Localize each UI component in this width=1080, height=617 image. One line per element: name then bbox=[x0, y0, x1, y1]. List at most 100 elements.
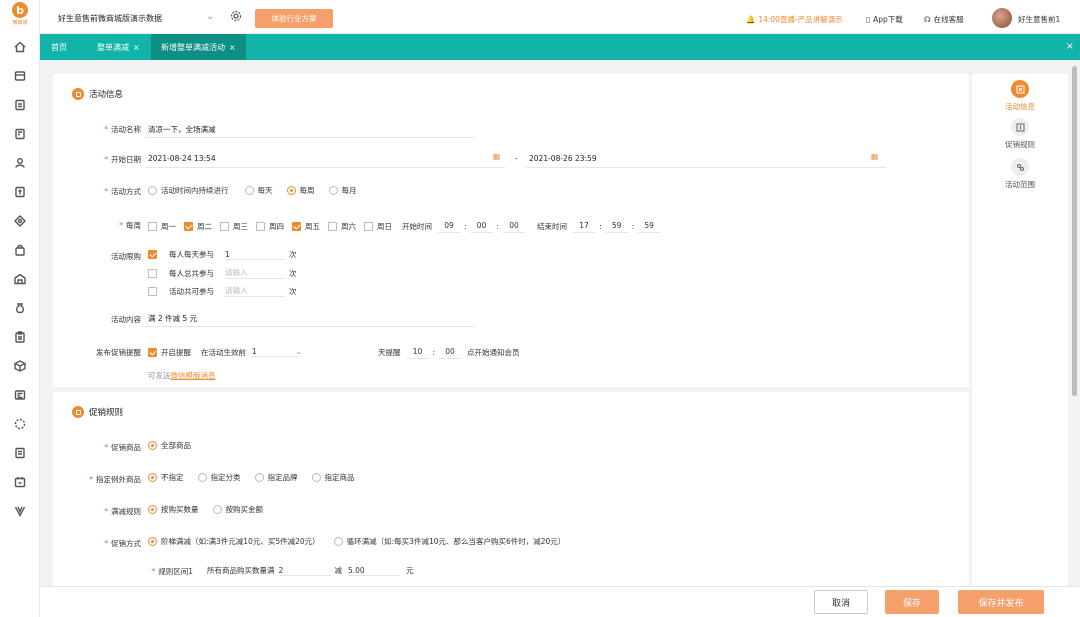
username[interactable]: 好生意售前1 bbox=[1018, 14, 1060, 25]
avatar[interactable] bbox=[992, 8, 1012, 28]
bag-icon[interactable] bbox=[12, 242, 28, 258]
rule-range-row: 所有商品购买数量满 2 减 5.00 元 bbox=[207, 565, 414, 576]
store-icon[interactable] bbox=[12, 68, 28, 84]
cancel-button[interactable]: 取消 bbox=[814, 590, 868, 614]
store-selector[interactable]: 好生意售前微商城版演示数据 bbox=[58, 13, 162, 24]
money-bag-icon[interactable] bbox=[12, 300, 28, 316]
activity-name-input[interactable]: 清凉一下，全场满减 bbox=[148, 124, 216, 135]
start-date-input[interactable]: 2021-08-24 13:54 bbox=[148, 154, 216, 163]
range-minus-label: 减 bbox=[334, 566, 343, 575]
mode-option[interactable]: 每月 bbox=[328, 185, 357, 196]
weekday-checkbox[interactable]: 周一 bbox=[148, 221, 176, 232]
limit-label: 活动共可参与 bbox=[169, 286, 214, 296]
end-hour-input[interactable]: 17 bbox=[573, 219, 596, 233]
clipboard-icon[interactable] bbox=[12, 329, 28, 345]
headset-icon: ☊ bbox=[924, 15, 931, 24]
v-brand-icon[interactable] bbox=[12, 503, 28, 519]
document-icon[interactable] bbox=[12, 97, 28, 113]
limit-unit: 次 bbox=[289, 250, 297, 259]
finance-icon[interactable] bbox=[12, 184, 28, 200]
end-date-input[interactable]: 2021-08-26 23:59 bbox=[529, 154, 597, 163]
chevron-down-icon[interactable]: ⌄ bbox=[206, 11, 214, 22]
range-quantity-input[interactable]: 2 bbox=[278, 566, 331, 576]
start-hour-input[interactable]: 09 bbox=[438, 219, 460, 233]
tab-label: 新增整单满减活动 bbox=[161, 42, 225, 52]
online-service-label: 在线客服 bbox=[933, 15, 964, 24]
notify-days-select[interactable]: 1 ⌄ bbox=[252, 347, 302, 357]
marketing-icon[interactable] bbox=[12, 213, 28, 229]
gear-icon[interactable] bbox=[230, 10, 242, 24]
online-service-link[interactable]: ☊ 在线客服 bbox=[924, 14, 964, 25]
list-icon[interactable] bbox=[12, 445, 28, 461]
limit-unit: 次 bbox=[289, 268, 297, 278]
weekly-label: * 每周 bbox=[119, 221, 141, 230]
app-logo[interactable]: b 微商城 bbox=[6, 2, 34, 32]
exclude-option[interactable]: 指定商品 bbox=[311, 472, 355, 483]
promo-goods-label: * 促销商品 bbox=[104, 443, 141, 452]
anchor-activity-scope[interactable]: 活动范围 bbox=[972, 158, 1068, 190]
home-icon[interactable] bbox=[12, 39, 28, 55]
section-title-text: 促销规则 bbox=[89, 408, 124, 418]
live-notice[interactable]: 🔔 14:00直播-产品讲解演示 bbox=[746, 14, 843, 25]
method-option[interactable]: 循环满减（如:每买3件减10元、那么当客户购买6件时，减20元） bbox=[333, 536, 565, 547]
close-all-tabs-icon[interactable]: × bbox=[1066, 41, 1074, 52]
calendar-icon[interactable] bbox=[12, 474, 28, 490]
weekday-checkbox[interactable]: 周六 bbox=[328, 221, 356, 232]
weekday-checkbox[interactable]: 周二 bbox=[184, 221, 212, 232]
end-second-input[interactable]: 59 bbox=[638, 219, 661, 233]
anchor-activity-info[interactable]: 活动信息 bbox=[972, 80, 1068, 112]
exclude-option[interactable]: 指定分类 bbox=[197, 472, 241, 483]
close-icon[interactable]: × bbox=[229, 43, 236, 52]
limit-input[interactable]: 请输入 bbox=[225, 267, 285, 279]
save-and-publish-button[interactable]: 保存并发布 bbox=[958, 590, 1044, 614]
rule-option[interactable]: 按购买金额 bbox=[212, 504, 263, 515]
report-icon[interactable] bbox=[12, 387, 28, 403]
cube-icon[interactable] bbox=[12, 358, 28, 374]
limit-input[interactable]: 1 bbox=[225, 250, 285, 260]
warehouse-icon[interactable] bbox=[12, 271, 28, 287]
scrollbar-thumb[interactable] bbox=[1072, 66, 1077, 396]
limit-checkbox[interactable] bbox=[148, 268, 157, 278]
range-amount-input[interactable]: 5.00 bbox=[348, 566, 400, 576]
start-minute-input[interactable]: 00 bbox=[470, 219, 493, 233]
save-button[interactable]: 保存 bbox=[885, 590, 939, 614]
mode-option[interactable]: 活动时间内持续进行 bbox=[148, 185, 229, 196]
end-minute-input[interactable]: 59 bbox=[605, 219, 628, 233]
notify-checkbox[interactable] bbox=[148, 347, 157, 357]
tab-order-discount[interactable]: 整单满减 × bbox=[87, 34, 150, 60]
limit-row: 每人总共参与 请输入 次 bbox=[148, 267, 297, 279]
notify-minute-input[interactable]: 00 bbox=[439, 345, 462, 359]
method-option[interactable]: 阶梯满减（如:满3件元减10元、买5件减20元） bbox=[148, 536, 320, 547]
weekday-checkboxes: 周一 周二 周三 周四 周五 周六 周日 开始时间 09: 00: 00 结束时… bbox=[148, 219, 661, 233]
exclude-option[interactable]: 不指定 bbox=[148, 472, 184, 483]
order-icon[interactable] bbox=[12, 126, 28, 142]
exclude-option[interactable]: 指定品牌 bbox=[254, 472, 298, 483]
anchor-promo-rules[interactable]: 促销规则 bbox=[972, 118, 1068, 150]
limit-checkbox[interactable] bbox=[148, 250, 157, 259]
start-second-input[interactable]: 00 bbox=[503, 219, 526, 233]
tab-home[interactable]: 首页 bbox=[40, 34, 77, 60]
range-unit: 元 bbox=[406, 566, 414, 575]
tab-new-discount-activity[interactable]: 新增整单满减活动 × bbox=[151, 34, 246, 60]
calendar-icon[interactable]: ▦ bbox=[871, 152, 878, 161]
close-icon[interactable]: × bbox=[133, 43, 140, 52]
user-icon[interactable] bbox=[12, 155, 28, 171]
calendar-icon[interactable]: ▦ bbox=[493, 152, 500, 161]
activity-info-card: 活动信息 * 活动名称 清凉一下，全场满减 * 开始日期 2021-08-24 13… bbox=[53, 74, 969, 387]
goods-option[interactable]: 全部商品 bbox=[148, 440, 191, 451]
weekday-checkbox[interactable]: 周五 bbox=[292, 221, 320, 232]
industry-solution-button[interactable]: 体验行业方案 bbox=[255, 9, 333, 28]
limit-input[interactable]: 请输入 bbox=[225, 285, 285, 297]
app-download-link[interactable]: ▯ App下载 bbox=[866, 14, 903, 25]
loading-icon[interactable] bbox=[12, 416, 28, 432]
notify-hour-input[interactable]: 10 bbox=[406, 345, 429, 359]
mode-option[interactable]: 每周 bbox=[286, 185, 315, 196]
weekday-checkbox[interactable]: 周日 bbox=[364, 221, 392, 232]
tab-label: 首页 bbox=[51, 42, 67, 52]
wechat-template-link[interactable]: 微信模版消息 bbox=[171, 370, 216, 381]
limit-checkbox[interactable] bbox=[148, 286, 157, 296]
weekday-checkbox[interactable]: 周四 bbox=[256, 221, 284, 232]
mode-option[interactable]: 每天 bbox=[244, 185, 273, 196]
rule-option[interactable]: 按购买数量 bbox=[148, 504, 199, 515]
weekday-checkbox[interactable]: 周三 bbox=[220, 221, 248, 232]
